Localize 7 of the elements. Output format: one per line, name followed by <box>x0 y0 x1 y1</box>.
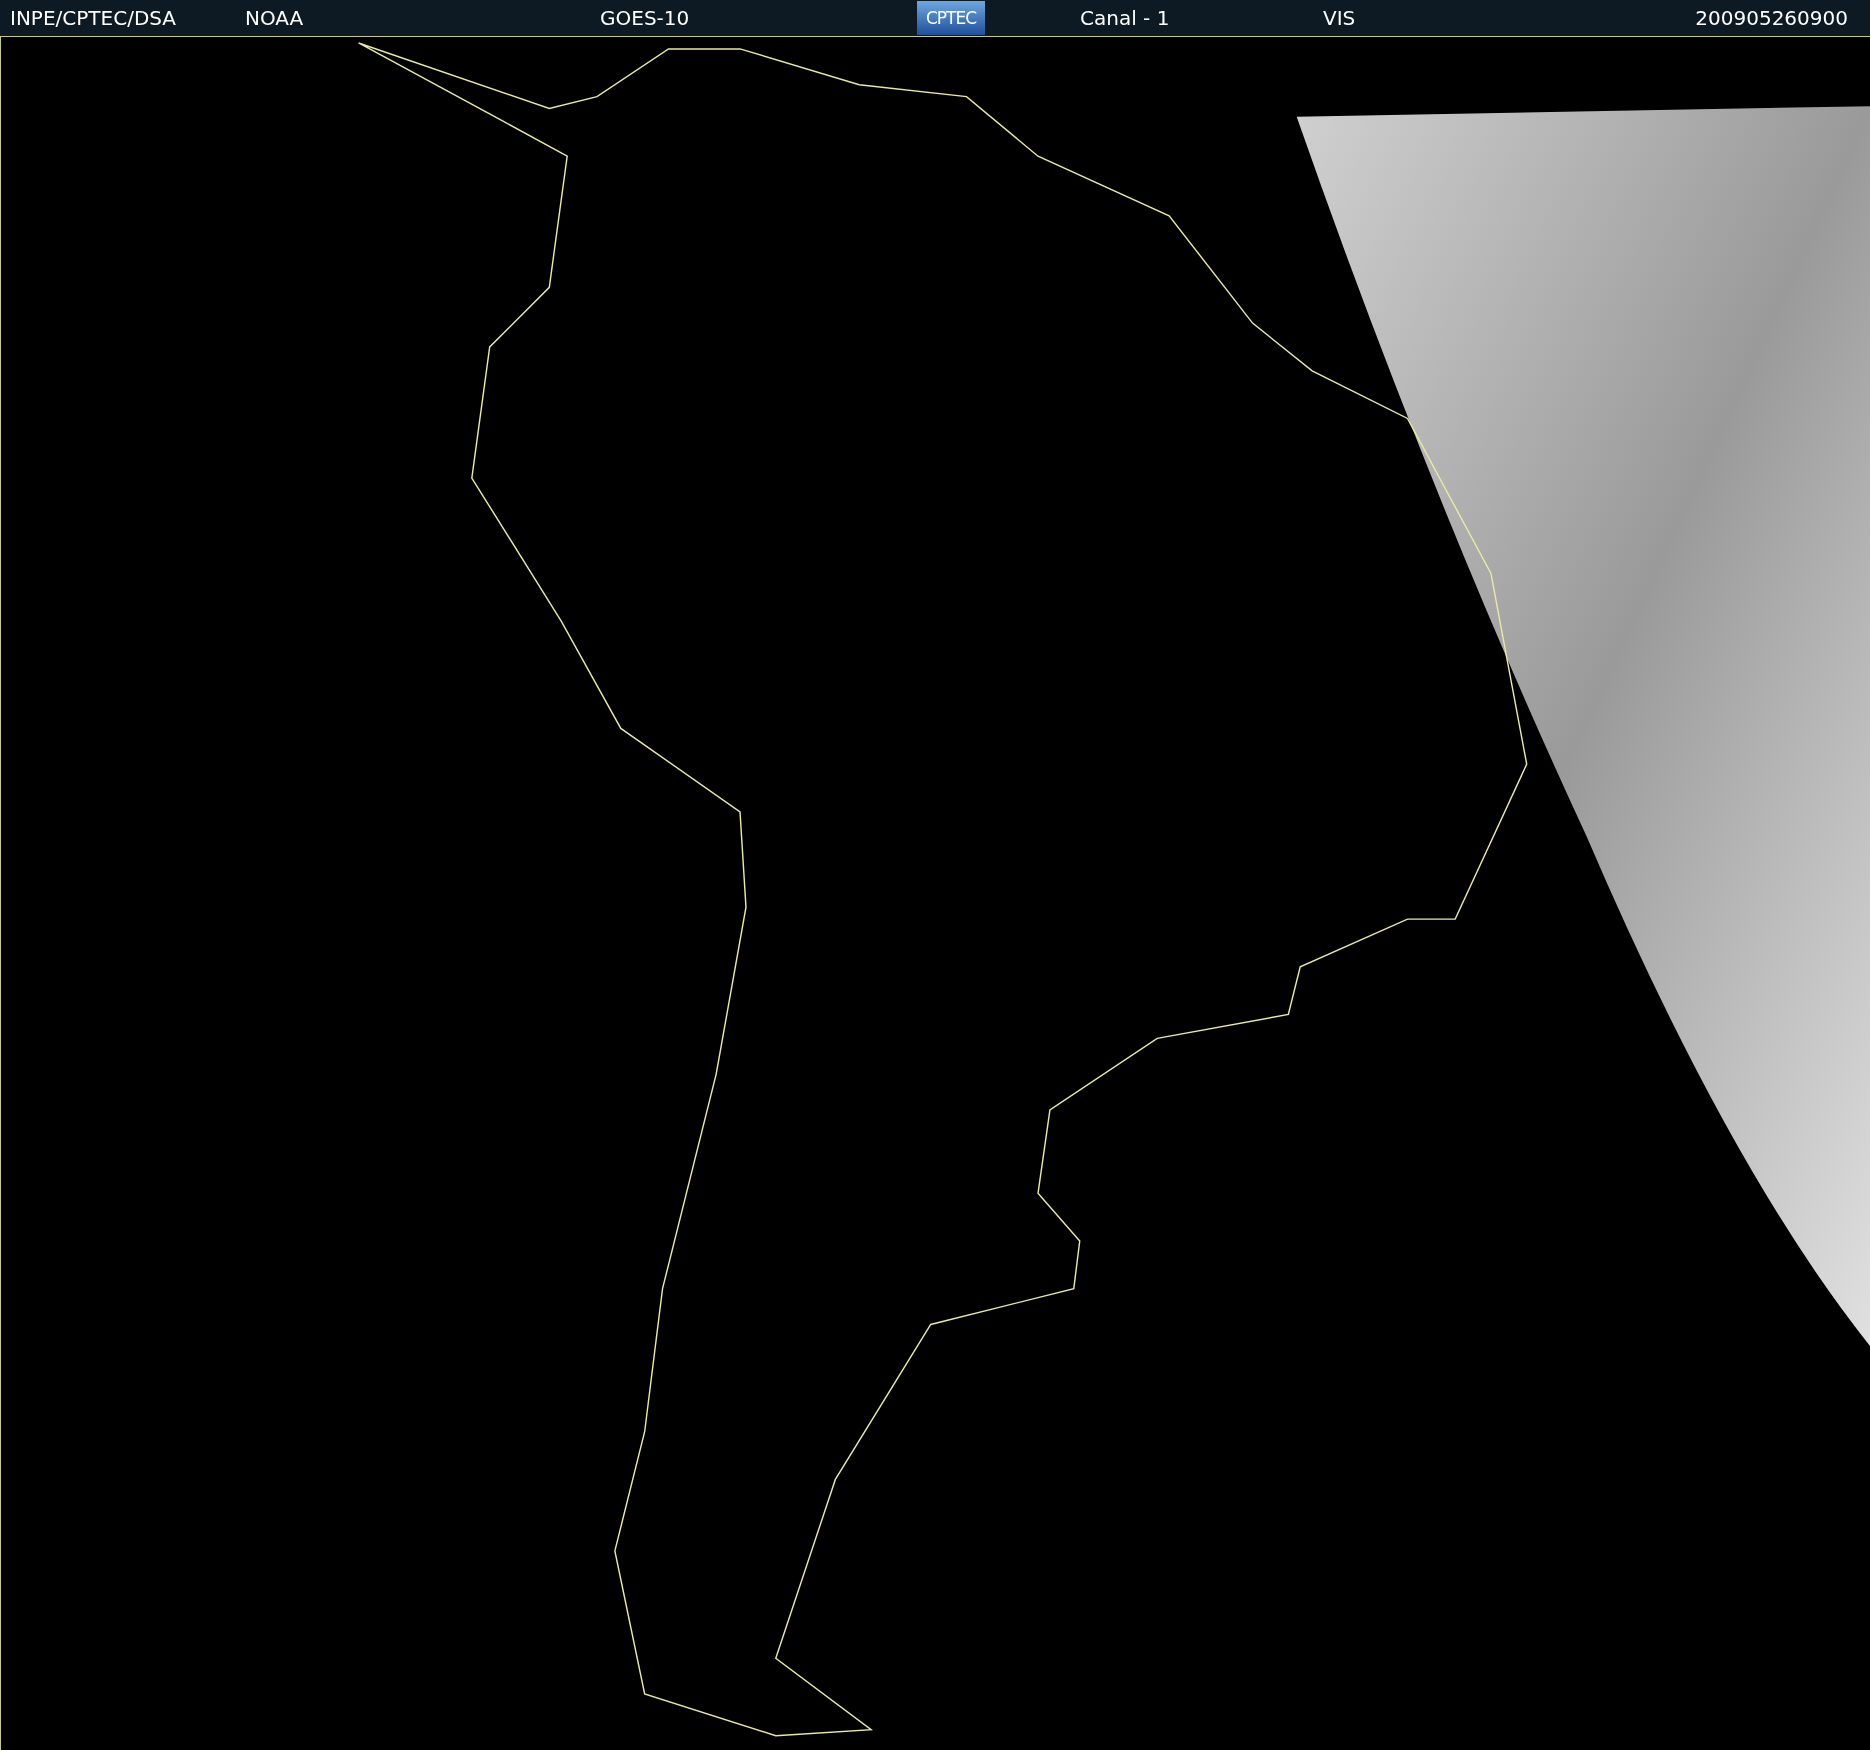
channel-label: Canal - 1 <box>1080 6 1170 30</box>
band-label: VIS <box>1323 6 1356 30</box>
source-label: INPE/CPTEC/DSA <box>9 6 177 30</box>
satellite-label: GOES-10 <box>600 6 690 30</box>
timestamp-label: 200905260900 <box>1695 6 1849 30</box>
agency-label: NOAA <box>245 6 304 30</box>
logo: CPTEC <box>917 1 985 35</box>
